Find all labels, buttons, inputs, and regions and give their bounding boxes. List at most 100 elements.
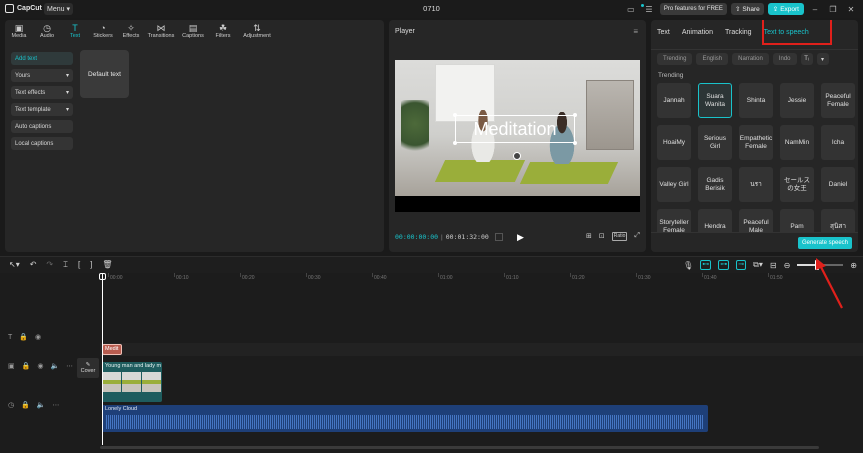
lock-icon[interactable]: 🔒 [22,362,31,370]
filter-chip[interactable]: Trending [657,53,693,65]
voice-card[interactable]: セールスの女王 [780,167,814,202]
timecode-mode-icon[interactable] [494,233,503,241]
more-icon[interactable]: ⋯ [66,362,73,370]
crop-icon[interactable]: ⊡ [599,232,605,241]
tab-audio[interactable]: ◷ Audio [33,20,61,44]
tab-filters[interactable]: ☘ Filters [209,20,237,44]
pro-features-button[interactable]: Pro features for FREE [659,3,727,15]
monitor-icon[interactable]: ▭ [624,3,638,15]
zoom-out-icon[interactable]: ⊖ [784,261,791,270]
trim-right-icon[interactable]: ] [90,260,92,270]
sidebar-item-add-text[interactable]: Add text [11,52,73,65]
layout-icon[interactable]: ☰ [642,3,656,15]
tab-captions[interactable]: ▤ Captions [177,20,209,44]
sidebar-item-yours[interactable]: Yours ▾ [11,69,73,82]
default-text-card[interactable]: Default text [80,50,129,98]
video-clip[interactable]: Young man and lady m [102,362,162,402]
main-track-magnet-icon[interactable]: ⊷ [700,260,712,270]
audio-clip[interactable]: Lonely Cloud [102,405,708,432]
voice-card[interactable]: Peaceful Male [739,209,773,233]
voice-card[interactable]: NamMin [780,125,814,160]
voice-card[interactable]: Hendra [698,209,732,233]
auto-snapping-icon[interactable]: ⊶ [718,260,730,270]
sidebar-item-text-effects[interactable]: Text effects ▾ [11,86,73,99]
time-ruler[interactable]: 00:00 00:10 00:20 00:30 00:40 01:00 01:10 01:20… [100,273,863,287]
menu-button[interactable]: Menu ▾ [44,3,73,15]
tab-stickers[interactable]: ◔ Stickers [89,20,117,44]
eye-icon[interactable]: ◉ [35,333,41,341]
text-size-icon[interactable]: Tᵢ [800,53,813,65]
linkage-icon[interactable]: ⊸ [736,260,747,270]
zoom-slider-knob[interactable] [815,260,820,270]
generate-speech-button[interactable]: Generate speech [797,237,852,249]
chevron-down-icon[interactable]: ▾ [816,53,829,65]
playhead[interactable] [102,273,103,445]
cover-button[interactable]: ✎ Cover [77,358,99,378]
zoom-slider[interactable] [797,260,844,270]
speaker-icon[interactable]: 🔈 [50,362,59,370]
voice-card[interactable]: Gadis Berisik [698,167,732,202]
microphone-icon[interactable]: 🎙 [683,261,693,270]
ratio-button[interactable]: Ratio [611,232,628,241]
zoom-in-icon[interactable]: ⊕ [850,261,857,270]
tab-tracking[interactable]: Tracking [719,29,758,36]
more-icon[interactable]: ⋯ [53,401,60,409]
menu-icon[interactable]: ≡ [633,27,638,36]
select-tool-icon[interactable]: ↖▾ [9,260,20,270]
redo-icon[interactable]: ↷ [46,260,53,270]
lock-icon[interactable]: 🔒 [19,333,28,341]
caption-icon[interactable]: ⊟ [770,261,777,270]
sidebar-item-auto-captions[interactable]: Auto captions [11,120,73,133]
resize-handle[interactable] [573,141,577,145]
sidebar-item-text-template[interactable]: Text template ▾ [11,103,73,116]
resize-handle[interactable] [573,113,577,117]
sidebar-item-local-captions[interactable]: Local captions [11,137,73,150]
tab-media[interactable]: ▣ Media [5,20,33,44]
resize-handle[interactable] [453,113,457,117]
filter-chip[interactable]: English [696,53,729,65]
voice-card[interactable]: สุนิสา [821,209,855,233]
text-clip[interactable]: Medit [102,344,122,355]
export-button[interactable]: ⇪ Export [767,3,804,15]
voice-card[interactable]: Daniel [821,167,855,202]
voice-card[interactable]: HoaiMy [657,125,691,160]
voice-card[interactable]: Jannah [657,83,691,118]
track-area[interactable]: Medit Young man and lady m Lonely Cloud [100,287,863,453]
tab-animation[interactable]: Animation [676,29,719,36]
filter-chip[interactable]: Narration [732,53,769,65]
tab-effects[interactable]: ✧ Effects [117,20,145,44]
voice-card[interactable]: Pam [780,209,814,233]
text-overlay-box[interactable]: Meditation [453,113,577,145]
voice-card[interactable]: Icha [821,125,855,160]
video-preview[interactable]: Meditation [395,60,640,212]
maximize-icon[interactable]: ❐ [826,3,840,15]
voice-card[interactable]: Shinta [739,83,773,118]
tab-adjustment[interactable]: ⇅ Adjustment [237,20,277,44]
timeline[interactable]: 00:00 00:10 00:20 00:30 00:40 01:00 01:10 01:20… [0,273,863,453]
voice-card-selected[interactable]: Suara Wanita [698,83,732,118]
resize-handle[interactable] [453,141,457,145]
close-icon[interactable]: ✕ [844,3,858,15]
trim-left-icon[interactable]: [ [78,260,80,270]
tab-transitions[interactable]: ⋈ Transitions [145,20,177,44]
expand-icon[interactable]: ⤢ [634,232,640,241]
play-icon[interactable]: ▶ [517,232,524,243]
voice-card[interactable]: Storyteller Female [657,209,691,233]
voice-card[interactable]: Peaceful Female [821,83,855,118]
voice-card[interactable]: นรา [739,167,773,202]
voice-card[interactable]: Jessie [780,83,814,118]
delete-icon[interactable]: 🗑 [102,260,112,270]
lock-icon[interactable]: 🔒 [21,401,30,409]
share-button[interactable]: ⇧ Share [730,3,764,15]
split-icon[interactable]: ⌶ [63,260,68,270]
preview-axis-icon[interactable]: ⧉▾ [753,260,763,270]
voice-card[interactable]: Valley Girl [657,167,691,202]
voice-card[interactable]: Serious Girl [698,125,732,160]
tab-text[interactable]: T Text [61,20,89,44]
rotate-handle-icon[interactable] [513,152,521,160]
eye-icon[interactable]: ◉ [37,362,43,370]
undo-icon[interactable]: ↶ [30,260,37,270]
voice-card[interactable]: Empathetic Female [739,125,773,160]
timeline-scrollbar[interactable] [100,446,819,449]
filter-chip[interactable]: Indo [772,53,797,65]
